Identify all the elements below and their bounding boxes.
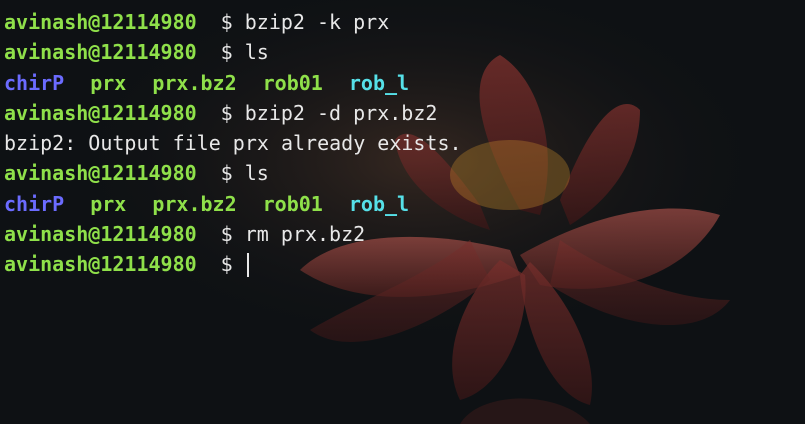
prompt-user: avinash@12114980	[4, 252, 197, 277]
prompt-user: avinash@12114980	[4, 10, 197, 34]
file-entry: chirP	[4, 70, 65, 95]
prompt-user: avinash@12114980	[4, 100, 197, 125]
prompt-symbol: $	[220, 222, 245, 247]
file-entry: prx.bz2	[152, 191, 237, 216]
command-line: avinash@12114980 $	[4, 249, 462, 279]
terminal-output: avinash@12114980 $ bzip2 -k prx avinash@12…	[4, 7, 462, 280]
prompt-user: avinash@12114980	[4, 40, 197, 65]
ls-output-line: chirP prx prx.bz2 rob01 rob_l	[4, 189, 462, 219]
file-entry: rob_l	[348, 191, 410, 216]
file-entry: prx.bz2	[152, 70, 237, 95]
command-text: bzip2 -d prx.bz2	[244, 100, 438, 125]
command-line: avinash@12114980 $ rm prx.bz2	[4, 219, 462, 249]
file-entry: rob_l	[348, 70, 410, 95]
text-cursor[interactable]	[246, 252, 249, 277]
file-entry: rob01	[262, 191, 323, 216]
prompt-symbol: $	[220, 161, 245, 186]
ls-output-line: chirP prx prx.bz2 rob01 rob_l	[4, 68, 462, 98]
output-text: bzip2: Output file prx already exists.	[4, 131, 462, 156]
command-line: avinash@12114980 $ ls	[4, 158, 462, 188]
command-line: avinash@12114980 $ ls	[4, 37, 462, 67]
command-line: avinash@12114980 $ bzip2 -d prx.bz2	[4, 98, 462, 128]
prompt-symbol: $	[220, 10, 245, 34]
command-line: avinash@12114980 $ bzip2 -k prx	[4, 7, 462, 37]
output-line: bzip2: Output file prx already exists.	[4, 128, 462, 158]
prompt-user: avinash@12114980	[4, 222, 197, 247]
command-text: ls	[244, 40, 269, 65]
command-text: rm prx.bz2	[244, 222, 366, 247]
prompt-user: avinash@12114980	[4, 161, 197, 186]
file-entry: chirP	[4, 191, 65, 216]
prompt-symbol: $	[220, 100, 245, 125]
prompt-symbol: $	[220, 40, 245, 65]
prompt-symbol: $	[220, 252, 245, 277]
file-entry: rob01	[262, 70, 323, 95]
command-text: bzip2 -k prx	[244, 10, 390, 34]
file-entry: prx	[90, 70, 127, 95]
file-entry: prx	[90, 191, 127, 216]
terminal-window[interactable]: avinash@12114980 $ bzip2 -k prx avinash@12…	[0, 0, 805, 424]
terminal-scrollbar[interactable]	[797, 0, 805, 424]
command-text: ls	[244, 161, 269, 186]
